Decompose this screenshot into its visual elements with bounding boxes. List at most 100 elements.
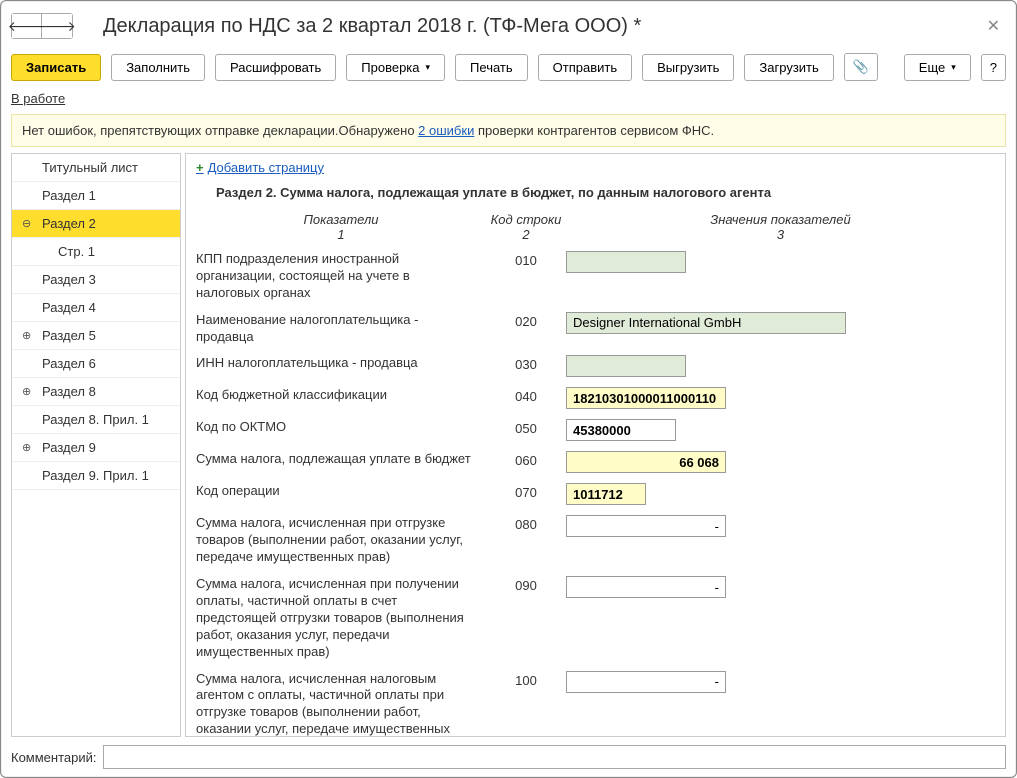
form-row: Код бюджетной классификации040 [196,382,995,414]
row-code: 080 [486,515,566,532]
tree-item-5[interactable]: Раздел 4 [12,294,180,322]
row-code: 040 [486,387,566,404]
row-input-100[interactable] [566,671,726,693]
errors-link[interactable]: 2 ошибки [418,123,474,138]
row-input-050[interactable] [566,419,676,441]
form-row: ИНН налогоплательщика - продавца030 [196,350,995,382]
form-row: Сумма налога, исчисленная налоговым аген… [196,666,995,737]
decode-button[interactable]: Расшифровать [215,54,336,81]
tree-item-6[interactable]: ⊕ Раздел 5 [12,322,180,350]
tree-item-9[interactable]: Раздел 8. Прил. 1 [12,406,180,434]
comment-label: Комментарий: [11,750,97,765]
row-code: 090 [486,576,566,593]
row-code: 100 [486,671,566,688]
add-page-link[interactable]: +Добавить страницу [196,160,324,175]
check-button[interactable]: Проверка▾ [346,54,445,81]
tree-toggle-icon[interactable]: ⊖ [22,217,31,230]
row-code: 020 [486,312,566,329]
tree-item-0[interactable]: Титульный лист [12,154,180,182]
fill-button[interactable]: Заполнить [111,54,205,81]
tree-item-label: Раздел 2 [42,216,96,231]
row-input-090[interactable] [566,576,726,598]
write-button[interactable]: Записать [11,54,101,81]
section-title: Раздел 2. Сумма налога, подлежащая уплат… [196,175,995,208]
tree-item-label: Раздел 3 [42,272,96,287]
print-button[interactable]: Печать [455,54,528,81]
export-button[interactable]: Выгрузить [642,54,734,81]
more-button[interactable]: Еще▾ [904,54,971,81]
row-label: Сумма налога, исчисленная при отгрузке т… [196,515,486,566]
tree-item-label: Титульный лист [42,160,138,175]
form-row: Код по ОКТМО050 [196,414,995,446]
toolbar: Записать Заполнить Расшифровать Проверка… [11,47,1006,87]
section-tree: Титульный лист Раздел 1 ⊖ Раздел 2 Стр. 1 Раз… [11,153,181,737]
attach-button[interactable]: 📎 [844,53,878,81]
import-button[interactable]: Загрузить [744,54,833,81]
chevron-down-icon: ▾ [426,62,431,73]
row-label: ИНН налогоплательщика - продавца [196,355,486,372]
row-label: Наименование налогоплательщика - продавц… [196,312,486,346]
row-label: Сумма налога, подлежащая уплате в бюджет [196,451,486,468]
status-link[interactable]: В работе [11,87,1006,114]
tree-item-label: Раздел 1 [42,188,96,203]
tree-item-label: Стр. 1 [58,244,95,259]
form-row: Сумма налога, исчисленная при получении … [196,571,995,665]
tree-item-7[interactable]: Раздел 6 [12,350,180,378]
row-input-060[interactable] [566,451,726,473]
tree-item-label: Раздел 5 [42,328,96,343]
tree-item-label: Раздел 4 [42,300,96,315]
send-button[interactable]: Отправить [538,54,632,81]
comment-input[interactable] [103,745,1007,769]
table-header: Показатели1 Код строки2 Значения показат… [196,208,995,246]
row-code: 070 [486,483,566,500]
row-code: 030 [486,355,566,372]
row-label: Сумма налога, исчисленная налоговым аген… [196,671,486,737]
form-row: Сумма налога, подлежащая уплате в бюджет… [196,446,995,478]
alert-bar: Нет ошибок, препятствующих отправке декл… [11,114,1006,147]
row-code: 060 [486,451,566,468]
tree-item-10[interactable]: ⊕ Раздел 9 [12,434,180,462]
close-icon[interactable]: ✕ [981,14,1006,38]
forward-button[interactable]: 🡒 [42,14,72,38]
tree-item-label: Раздел 9 [42,440,96,455]
plus-icon: + [196,160,204,175]
row-label: Код по ОКТМО [196,419,486,436]
paperclip-icon: 📎 [853,59,869,75]
tree-item-label: Раздел 8. Прил. 1 [42,412,149,427]
footer: Комментарий: [11,737,1006,769]
row-code: 050 [486,419,566,436]
form-row: Сумма налога, исчисленная при отгрузке т… [196,510,995,571]
tree-toggle-icon[interactable]: ⊕ [22,329,31,342]
row-label: Сумма налога, исчисленная при получении … [196,576,486,660]
form-row: КПП подразделения иностранной организаци… [196,246,995,307]
row-input-010[interactable] [566,251,686,273]
help-button[interactable]: ? [981,54,1006,81]
row-input-020[interactable] [566,312,846,334]
row-input-030[interactable] [566,355,686,377]
row-code: 010 [486,251,566,268]
tree-item-label: Раздел 8 [42,384,96,399]
form-row: Код операции070 [196,478,995,510]
form-row: Наименование налогоплательщика - продавц… [196,307,995,351]
content-panel: +Добавить страницу Раздел 2. Сумма налог… [185,153,1006,737]
row-input-080[interactable] [566,515,726,537]
tree-item-3[interactable]: Стр. 1 [12,238,180,266]
tree-toggle-icon[interactable]: ⊕ [22,441,31,454]
nav-buttons: 🡐 🡒 [11,13,73,39]
tree-item-label: Раздел 9. Прил. 1 [42,468,149,483]
chevron-down-icon: ▾ [951,62,956,73]
window-title: Декларация по НДС за 2 квартал 2018 г. (… [103,15,641,38]
tree-item-1[interactable]: Раздел 1 [12,182,180,210]
tree-item-8[interactable]: ⊕ Раздел 8 [12,378,180,406]
titlebar: 🡐 🡒 Декларация по НДС за 2 квартал 2018 … [11,9,1006,47]
row-label: КПП подразделения иностранной организаци… [196,251,486,302]
tree-item-4[interactable]: Раздел 3 [12,266,180,294]
row-input-070[interactable] [566,483,646,505]
row-label: Код бюджетной классификации [196,387,486,404]
row-label: Код операции [196,483,486,500]
tree-item-11[interactable]: Раздел 9. Прил. 1 [12,462,180,490]
tree-toggle-icon[interactable]: ⊕ [22,385,31,398]
row-input-040[interactable] [566,387,726,409]
tree-item-label: Раздел 6 [42,356,96,371]
tree-item-2[interactable]: ⊖ Раздел 2 [12,210,180,238]
